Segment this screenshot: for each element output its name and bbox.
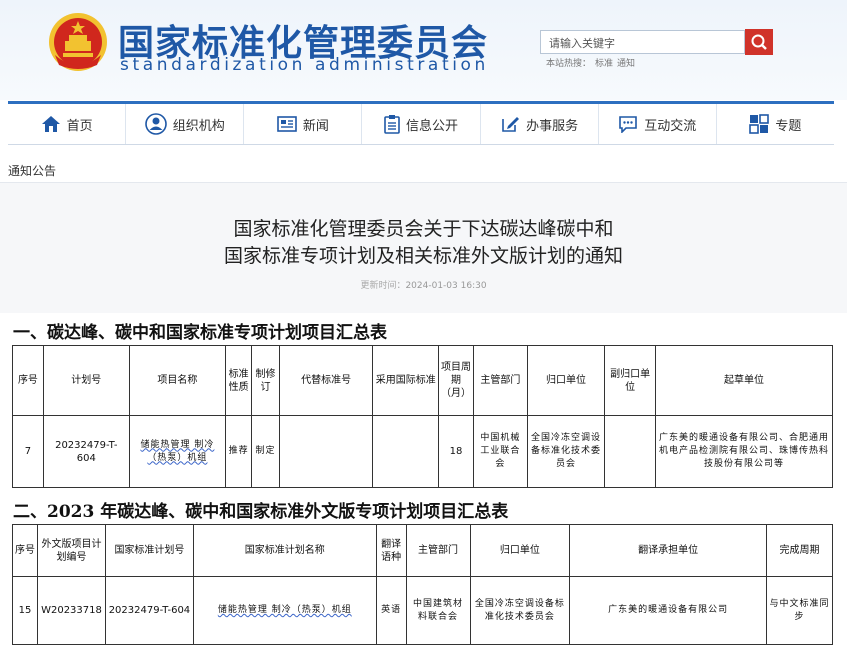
header-cell: 主管部门 [405, 524, 471, 577]
header-cell: 副归口单位 [604, 345, 657, 416]
cell-plan-no: 20232479-T-604 [42, 415, 130, 488]
header-cell: 国家标准计划名称 [192, 524, 377, 577]
header-cell: 主管部门 [473, 345, 528, 416]
cell-intl [372, 415, 440, 488]
nav-label: 专题 [775, 118, 802, 134]
nav-label: 办事服务 [526, 118, 579, 134]
nav-label: 首页 [66, 118, 93, 134]
main-nav: 首页 组织机构 新闻 信息公开 办事服务 互动交流 专题 [8, 101, 834, 145]
header-cell: 项目名称 [128, 345, 227, 416]
nav-item-services[interactable]: 办事服务 [481, 104, 599, 144]
cell-unit: 全国冷冻空调设备标准化技术委员会 [469, 576, 571, 645]
header-cell: 采用国际标准 [372, 345, 440, 416]
header-cell: 归口单位 [469, 524, 571, 577]
title-line: 国家标准专项计划及相关标准外文版计划的通知 [223, 245, 623, 267]
header-cell: 项目周期（月） [438, 345, 475, 416]
cell-period: 18 [438, 415, 475, 488]
nav-label: 组织机构 [172, 118, 225, 134]
chat-icon [619, 116, 638, 133]
cell-name: 储能热管理 制冷（热泵）机组 [192, 576, 377, 645]
section-heading: 一、碳达峰、碳中和国家标准专项计划项目汇总表 [13, 323, 387, 343]
cell-plan-no: 20232479-T-604 [104, 576, 194, 645]
header-cell: 翻译承担单位 [569, 524, 768, 577]
section-heading: 二、2023 年碳达峰、碳中和国家标准外文版专项计划项目汇总表 [13, 502, 509, 522]
table-row: 15 W20233718 20232479-T-604 储能热管理 制冷（热泵）… [12, 576, 833, 645]
search-icon [751, 34, 767, 50]
table-header-row: 序号 计划号 项目名称 标准性质 制修订 代替标准号 采用国际标准 项目周期（月… [12, 345, 833, 416]
search-input[interactable]: 请输入关键字 [540, 30, 745, 54]
cell-unit: 全国冷冻空调设备标准化技术委员会 [526, 415, 606, 488]
nav-label: 信息公开 [405, 118, 458, 134]
cell-dept: 中国机械工业联合会 [473, 415, 528, 488]
nav-item-news[interactable]: 新闻 [244, 104, 363, 144]
cell-name: 储能热管理 制冷（热泵）机组 [128, 415, 227, 488]
cell-seq: 7 [12, 415, 44, 488]
time-value: 2024-01-03 16:30 [405, 281, 487, 291]
clipboard-icon [384, 115, 400, 134]
header-cell: 起草单位 [655, 345, 833, 416]
nav-item-organization[interactable]: 组织机构 [126, 104, 245, 144]
cell-sub-unit [604, 415, 657, 488]
header-cell: 完成周期 [766, 524, 833, 577]
breadcrumb[interactable]: 通知公告 [8, 162, 56, 179]
home-icon [41, 116, 60, 132]
header-cell: 归口单位 [526, 345, 606, 416]
hot-searches: 本站热搜： 标准 通知 [546, 56, 639, 69]
time-label: 更新时间： [360, 281, 406, 291]
site-subtitle: standardization administration [120, 55, 489, 75]
hot-term[interactable]: 标准 [595, 59, 613, 69]
article-time: 更新时间：2024-01-03 16:30 [0, 278, 847, 291]
nav-item-home[interactable]: 首页 [8, 104, 127, 144]
nav-item-interaction[interactable]: 互动交流 [599, 104, 717, 144]
header-cell: 序号 [12, 524, 38, 577]
cell-replace [278, 415, 374, 488]
plan-table: 序号 计划号 项目名称 标准性质 制修订 代替标准号 采用国际标准 项目周期（月… [12, 345, 833, 488]
table-header-row: 序号 外文版项目计划编号 国家标准计划号 国家标准计划名称 翻译语种 主管部门 … [12, 524, 833, 577]
user-circle-icon [144, 113, 167, 135]
nav-item-topics[interactable]: 专题 [717, 104, 834, 144]
foreign-plan-table: 序号 外文版项目计划编号 国家标准计划号 国家标准计划名称 翻译语种 主管部门 … [12, 524, 833, 645]
grid-icon [749, 114, 770, 134]
cell-seq: 15 [12, 576, 38, 645]
search-button[interactable] [745, 29, 773, 55]
cell-period: 与中文标准同步 [766, 576, 833, 645]
header-cell: 标准性质 [225, 345, 253, 416]
nav-label: 互动交流 [644, 118, 697, 134]
hot-label: 本站热搜： [546, 59, 592, 69]
cell-foreign-no: W20233718 [36, 576, 106, 645]
cell-dept: 中国建筑材料联合会 [405, 576, 471, 645]
header-cell: 外文版项目计划编号 [36, 524, 106, 577]
article-title: 国家标准化管理委员会关于下达碳达峰碳中和 国家标准专项计划及相关标准外文版计划的… [0, 216, 847, 270]
edit-icon [502, 117, 520, 132]
hot-term[interactable]: 通知 [617, 59, 635, 69]
nav-item-info-public[interactable]: 信息公开 [362, 104, 481, 144]
cell-nature: 推荐 [225, 415, 253, 488]
title-line: 国家标准化管理委员会关于下达碳达峰碳中和 [233, 218, 614, 240]
newspaper-icon [277, 116, 297, 132]
header-cell: 国家标准计划号 [104, 524, 194, 577]
cell-revise: 制定 [251, 415, 280, 488]
cell-translator: 广东美的暖通设备有限公司 [569, 576, 768, 645]
header-cell: 翻译语种 [375, 524, 407, 577]
header-cell: 计划号 [42, 345, 130, 416]
nav-label: 新闻 [302, 118, 329, 134]
cell-lang: 英语 [375, 576, 407, 645]
header-cell: 序号 [12, 345, 44, 416]
header-cell: 制修订 [251, 345, 280, 416]
header-cell: 代替标准号 [278, 345, 374, 416]
site-header: 国家标准化管理委员会 standardization administratio… [0, 0, 847, 100]
table-row: 7 20232479-T-604 储能热管理 制冷（热泵）机组 推荐 制定 18… [12, 415, 833, 488]
cell-drafters: 广东美的暖通设备有限公司、合肥通用机电产品检测院有限公司、珠博传热科技股份有限公… [655, 415, 833, 488]
national-emblem-icon[interactable] [47, 11, 109, 73]
